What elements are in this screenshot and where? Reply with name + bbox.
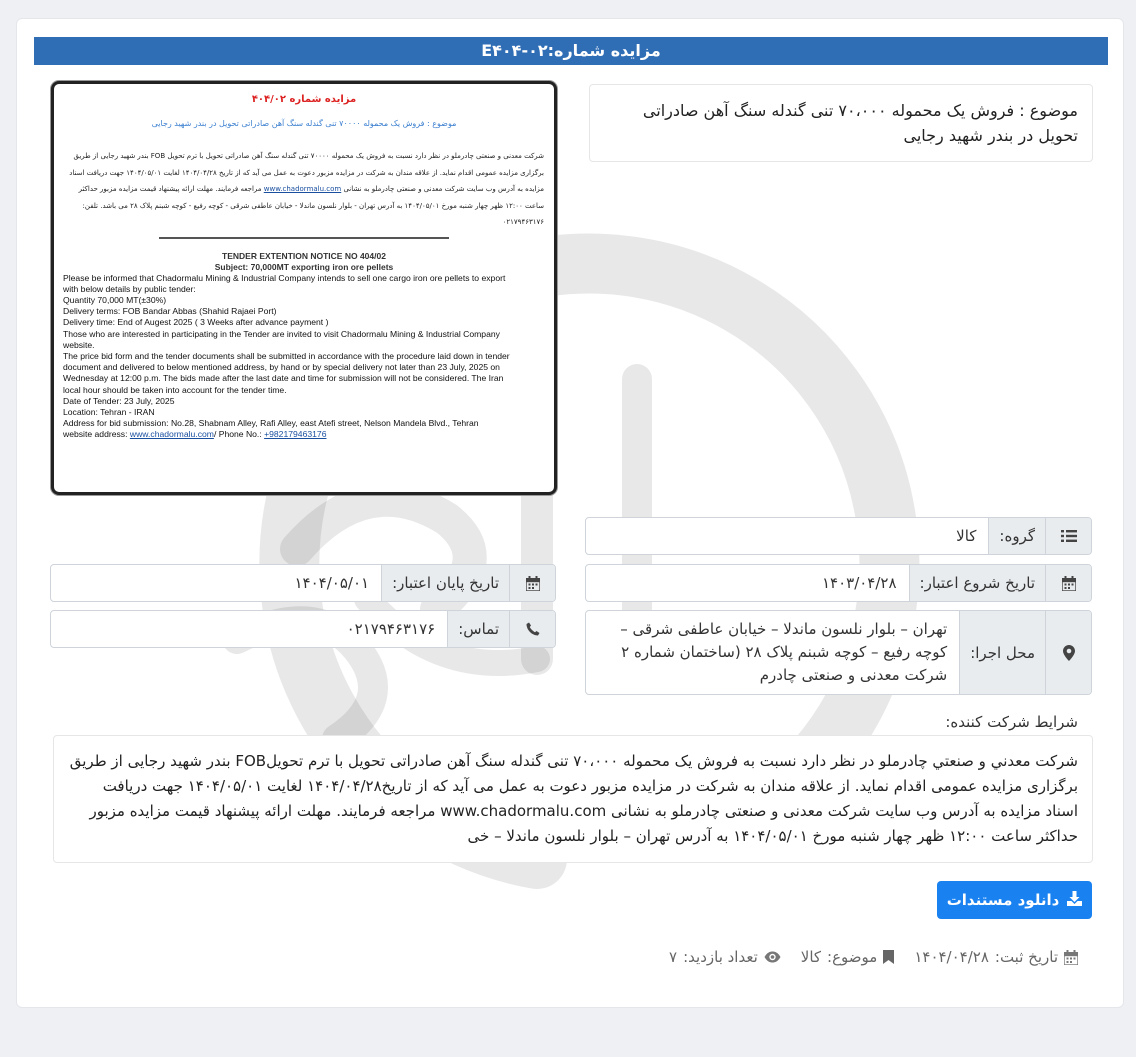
meta-subject-value: کالا (800, 948, 822, 966)
poster-en-line: Location: Tehran - IRAN (63, 406, 155, 417)
conditions-text: شرکت معدني و صنعتي چادرملو در نظر دارد ن… (53, 735, 1093, 863)
poster-en-site-prefix: website address: (63, 429, 130, 440)
location-label: محل اجرا: (959, 611, 1045, 694)
poster-en-line: Wednesday at 12:00 p.m. The bids made af… (63, 373, 504, 384)
calendar-icon (1045, 565, 1091, 601)
meta-subject-label: موضوع: (827, 948, 878, 966)
poster-en-line: Delivery time: End of Augest 2025 ( 3 We… (63, 317, 329, 328)
poster-divider (159, 236, 449, 239)
bookmark-icon (883, 950, 895, 964)
contact-field: تماس: ۰۲۱۷۹۴۶۳۱۷۶ (50, 610, 556, 648)
end-date-field: تاریخ پایان اعتبار: ۱۴۰۴/۰۵/۰۱ (50, 564, 556, 602)
poster-en-site: www.chadormalu.com (129, 429, 214, 440)
location-value: تهران – بلوار نلسون ماندلا – خیابان عاطف… (620, 620, 948, 684)
poster-en-line: website. (63, 339, 95, 350)
poster-en-phone: +982179463176 (264, 429, 327, 440)
eye-icon (764, 951, 781, 963)
views-value: ۷ (669, 948, 678, 966)
poster-en-line: Date of Tender: 23 July, 2025 (63, 395, 175, 406)
start-date-value: ۱۴۰۳/۰۴/۲۸ (821, 574, 897, 592)
poster-fa-title: مزایده شماره ۴۰۴/۰۲ (251, 94, 357, 105)
poster-en-line: Delivery terms: FOB Bandar Abbas (Shahid… (63, 306, 277, 317)
poster-en-line: Please be informed that Chadormalu Minin… (63, 272, 506, 283)
contact-label: تماس: (447, 611, 509, 647)
subject-box: موضوع : فروش یک محموله ۷۰،۰۰۰ تنی گندله … (589, 84, 1093, 162)
group-label: گروه: (988, 518, 1045, 554)
page-title: مزایده شماره:E۴۰۴-۰۲ (34, 37, 1108, 65)
poster-en-line: Those who are interested in participatin… (63, 328, 500, 339)
group-value: کالا (956, 527, 977, 545)
phone-icon (509, 611, 555, 647)
download-documents-button[interactable]: دانلود مستندات (937, 881, 1092, 919)
poster-en-subject: Subject: 70,000MT exporting iron ore pel… (214, 261, 394, 272)
poster-fa-subject: موضوع : فروش یک محموله ۷۰۰۰۰ تنی گندله س… (151, 119, 457, 128)
poster-en-line: Address for bid submission: No.28, Shabn… (63, 418, 479, 429)
group-field: گروه: کالا (585, 517, 1092, 555)
calendar-icon (1064, 949, 1078, 965)
views-label: تعداد بازدید: (683, 948, 758, 966)
poster-en-line: document and delivered to below mentione… (63, 362, 500, 373)
main-card: مزایده شماره:E۴۰۴-۰۲ مزایده شماره ۴۰۴/۰۲… (16, 18, 1124, 1008)
end-date-label: تاریخ پایان اعتبار: (381, 565, 509, 601)
poster-fa-link: www.chadormalu.com (263, 185, 342, 193)
poster-en-title: TENDER EXTENTION NOTICE NO 404/02 (222, 250, 386, 261)
poster-en-line: local hour should be taken into account … (63, 384, 287, 395)
meta-row: تاریخ ثبت: ۱۴۰۴/۰۴/۲۸ موضوع: کالا تعداد … (669, 948, 1078, 966)
poster-en-site-line: website address: www.chadormalu.com/ Pho… (63, 429, 545, 440)
tender-notice-image: مزایده شماره ۴۰۴/۰۲ موضوع : فروش یک محمو… (51, 81, 557, 495)
poster-en-body: Please be informed that Chadormalu Minin… (54, 273, 554, 441)
calendar-icon (509, 565, 555, 601)
poster-en-line: Quantity 70,000 MT(±30%) (63, 294, 167, 305)
registration-date-value: ۱۴۰۴/۰۴/۲۸ (914, 948, 989, 966)
contact-value[interactable]: ۰۲۱۷۹۴۶۳۱۷۶ (51, 611, 447, 647)
list-icon (1045, 518, 1091, 554)
location-field: محل اجرا: تهران – بلوار نلسون ماندلا – خ… (585, 610, 1092, 695)
download-icon (1067, 890, 1083, 910)
start-date-field: تاریخ شروع اعتبار: ۱۴۰۳/۰۴/۲۸ (585, 564, 1092, 602)
conditions-label: شرایط شرکت کننده: (945, 713, 1078, 731)
poster-fa-paragraph: شرکت معدنی و صنعتی چادرملو در نظر دارد ن… (54, 148, 554, 231)
end-date-value: ۱۴۰۴/۰۵/۰۱ (294, 574, 370, 592)
registration-date-label: تاریخ ثبت: (994, 948, 1058, 966)
poster-en-line: The price bid form and the tender docume… (63, 350, 510, 361)
start-date-label: تاریخ شروع اعتبار: (908, 565, 1045, 601)
poster-en-line: with below details by public tender: (63, 283, 196, 294)
map-marker-icon (1045, 611, 1091, 694)
download-label: دانلود مستندات (946, 891, 1060, 909)
poster-en-phone-prefix: / Phone No.: (213, 429, 265, 440)
